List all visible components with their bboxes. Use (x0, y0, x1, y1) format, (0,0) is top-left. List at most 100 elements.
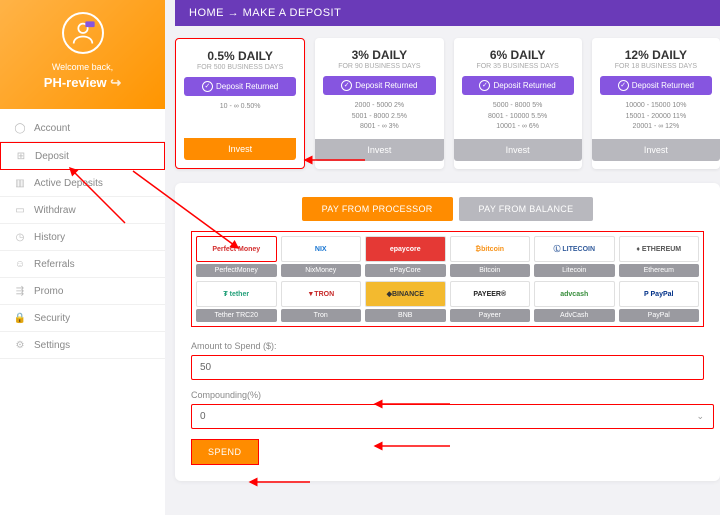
tab-pay-balance[interactable]: PAY FROM BALANCE (459, 197, 594, 221)
nav-promo[interactable]: ⇶Promo (0, 278, 165, 305)
compound-select[interactable] (191, 404, 714, 429)
processor-perfectmoney[interactable]: Perfect Money PerfectMoney (196, 236, 277, 277)
amount-input[interactable] (191, 355, 704, 380)
plan-tiers: 10 - ∞ 0.50% (184, 102, 296, 132)
nav-security[interactable]: 🔒Security (0, 305, 165, 332)
plan-card[interactable]: 3% DAILYFOR 90 BUSINESS DAYS Deposit Retu… (315, 38, 443, 169)
plan-card[interactable]: 0.5% DAILYFOR 500 BUSINESS DAYSDeposit R… (175, 38, 305, 169)
compound-label: Compounding(%) (191, 390, 704, 400)
bars-icon: ▥ (14, 177, 26, 189)
nav-withdraw[interactable]: ▭Withdraw (0, 197, 165, 224)
plan-title: 3% DAILY (323, 48, 435, 62)
processor-bitcoin[interactable]: ₿bitcoin Bitcoin (450, 236, 531, 277)
breadcrumb-home[interactable]: HOME (189, 7, 224, 19)
processor-label: PayPal (619, 309, 700, 322)
processor-label: Ethereum (619, 264, 700, 277)
plan-subtitle: FOR 18 BUSINESS DAYS (600, 63, 712, 70)
invest-button[interactable]: Invest (315, 139, 443, 161)
plan-title: 12% DAILY (600, 48, 712, 62)
breadcrumb-current: MAKE A DEPOSIT (243, 7, 342, 19)
logout-icon[interactable]: ↪ (110, 75, 121, 90)
processor-label: ePayCore (365, 264, 446, 277)
welcome-text: Welcome back, (10, 62, 155, 72)
deposit-panel: PAY FROM PROCESSOR PAY FROM BALANCE Perf… (175, 183, 720, 481)
chevron-down-icon[interactable]: ⌄ (696, 411, 704, 422)
processor-label: NixMoney (281, 264, 362, 277)
nav-menu: ◯Account⊞Deposit▥Active Deposits▭Withdra… (0, 109, 165, 365)
processor-tether-trc20[interactable]: ₮ tether Tether TRC20 (196, 281, 277, 322)
deposit-returned-badge: Deposit Returned (323, 76, 435, 95)
processor-label: Payeer (450, 309, 531, 322)
sliders-icon: ⚙ (14, 339, 26, 351)
share-icon: ⇶ (14, 285, 26, 297)
processor-label: Tron (281, 309, 362, 322)
processor-logo: ♦ ETHEREUM (619, 236, 700, 262)
username: PH-review ↪ (10, 75, 155, 91)
pay-tabs: PAY FROM PROCESSOR PAY FROM BALANCE (191, 197, 704, 221)
processor-logo: P PayPal (619, 281, 700, 307)
card-icon: ▭ (14, 204, 26, 216)
processor-logo: PAYEER® (450, 281, 531, 307)
plan-subtitle: FOR 500 BUSINESS DAYS (184, 64, 296, 71)
deposit-returned-badge: Deposit Returned (600, 76, 712, 95)
processor-logo: ▼TRON (281, 281, 362, 307)
processor-payeer[interactable]: PAYEER® Payeer (450, 281, 531, 322)
plan-title: 0.5% DAILY (184, 49, 296, 63)
plan-subtitle: FOR 90 BUSINESS DAYS (323, 63, 435, 70)
processor-logo: ₮ tether (196, 281, 277, 307)
processor-label: AdvCash (534, 309, 615, 322)
processor-tron[interactable]: ▼TRON Tron (281, 281, 362, 322)
nav-deposit[interactable]: ⊞Deposit (0, 142, 165, 170)
lock-icon: 🔒 (14, 312, 26, 324)
processor-logo: NIX (281, 236, 362, 262)
plans-row: 0.5% DAILYFOR 500 BUSINESS DAYS Deposit R… (175, 26, 720, 183)
processor-logo: Ⓛ LITECOIN (534, 236, 615, 262)
deposit-form: Amount to Spend ($): Compounding(%) ⌄ SP… (191, 341, 704, 465)
plan-tiers: 10000 - 15000 10%15001 - 20000 11%20001 … (600, 101, 712, 133)
processor-logo: ◆BINANCE (365, 281, 446, 307)
spend-button[interactable]: SPEND (191, 439, 259, 465)
processor-label: PerfectMoney (196, 264, 277, 277)
main-content: HOME → MAKE A DEPOSIT 0.5% DAILYFOR 500 … (175, 0, 720, 515)
plan-card[interactable]: 12% DAILYFOR 18 BUSINESS DAYS Deposit Ret… (592, 38, 720, 169)
sidebar: Welcome back, PH-review ↪ ◯Account⊞Depos… (0, 0, 165, 515)
plan-tiers: 2000 - 5000 2%5001 - 8000 2.5%8001 - ∞ 3… (323, 101, 435, 133)
tab-pay-processor[interactable]: PAY FROM PROCESSOR (302, 197, 453, 221)
processor-label: Tether TRC20 (196, 309, 277, 322)
plus-icon: ⊞ (15, 150, 27, 162)
plan-title: 6% DAILY (462, 48, 574, 62)
profile-card: Welcome back, PH-review ↪ (0, 0, 165, 109)
plan-tiers: 5000 - 8000 5%8001 - 10000 5.5%10001 - ∞… (462, 101, 574, 133)
processor-label: Litecoin (534, 264, 615, 277)
processor-bnb[interactable]: ◆BINANCE BNB (365, 281, 446, 322)
nav-settings[interactable]: ⚙Settings (0, 332, 165, 359)
invest-button[interactable]: Invest (592, 139, 720, 161)
avatar (62, 12, 104, 54)
processor-logo: ₿bitcoin (450, 236, 531, 262)
clock-icon: ◷ (14, 231, 26, 243)
people-icon: ☺ (14, 258, 26, 270)
nav-referrals[interactable]: ☺Referrals (0, 251, 165, 278)
processor-logo: Perfect Money (196, 236, 277, 262)
processor-paypal[interactable]: P PayPal PayPal (619, 281, 700, 322)
nav-account[interactable]: ◯Account (0, 115, 165, 142)
processor-epaycore[interactable]: epaycore ePayCore (365, 236, 446, 277)
invest-button[interactable]: Invest (184, 138, 296, 160)
processor-label: BNB (365, 309, 446, 322)
plan-subtitle: FOR 35 BUSINESS DAYS (462, 63, 574, 70)
processor-logo: epaycore (365, 236, 446, 262)
processor-label: Bitcoin (450, 264, 531, 277)
nav-active-deposits[interactable]: ▥Active Deposits (0, 170, 165, 197)
processor-ethereum[interactable]: ♦ ETHEREUM Ethereum (619, 236, 700, 277)
processor-logo: advcash (534, 281, 615, 307)
processor-litecoin[interactable]: Ⓛ LITECOIN Litecoin (534, 236, 615, 277)
deposit-returned-badge: Deposit Returned (462, 76, 574, 95)
invest-button[interactable]: Invest (454, 139, 582, 161)
amount-label: Amount to Spend ($): (191, 341, 704, 351)
processor-nixmoney[interactable]: NIX NixMoney (281, 236, 362, 277)
processor-grid: Perfect Money PerfectMoney NIX NixMoneyepay… (191, 231, 704, 327)
processor-advcash[interactable]: advcash AdvCash (534, 281, 615, 322)
nav-history[interactable]: ◷History (0, 224, 165, 251)
user-icon: ◯ (14, 122, 26, 134)
plan-card[interactable]: 6% DAILYFOR 35 BUSINESS DAYS Deposit Retu… (454, 38, 582, 169)
